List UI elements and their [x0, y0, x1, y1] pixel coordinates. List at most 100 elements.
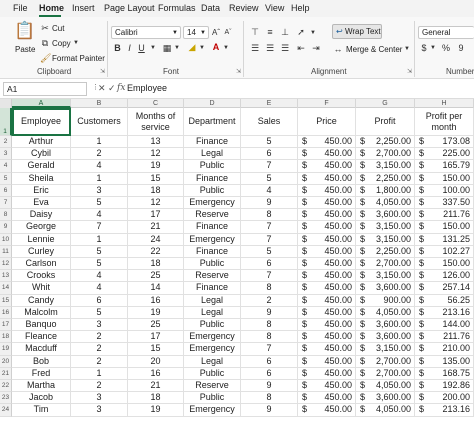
format-painter-button[interactable]: Format Painter	[52, 53, 105, 64]
cell-price[interactable]: $450.00	[298, 355, 356, 368]
cell-price[interactable]: $450.00	[298, 233, 356, 246]
cell-customers[interactable]: 5	[71, 306, 128, 319]
cell-months[interactable]: 16	[128, 367, 184, 380]
row-header[interactable]: 14	[0, 282, 12, 295]
cell-employee[interactable]: Cybil	[12, 148, 71, 161]
cell-months[interactable]: 19	[128, 404, 184, 417]
cell-profit-per-month[interactable]: $102.27	[415, 245, 474, 258]
cell-department[interactable]: Emergency	[184, 197, 241, 210]
cell-customers[interactable]: 6	[71, 294, 128, 307]
cell-profit-per-month[interactable]: $211.76	[415, 209, 474, 222]
column-header-e[interactable]: E	[241, 99, 298, 108]
cell-profit-per-month[interactable]: $225.00	[415, 148, 474, 161]
borders-icon[interactable]: ▦	[161, 43, 173, 53]
cell-department[interactable]: Finance	[184, 245, 241, 258]
row-header[interactable]: 10	[0, 233, 12, 246]
cell-profit[interactable]: $2,700.00	[356, 148, 415, 161]
cell-sales[interactable]: 7	[241, 343, 298, 356]
cell-employee[interactable]: Eric	[12, 184, 71, 197]
cell-customers[interactable]: 4	[71, 282, 128, 295]
cell-employee[interactable]: Eva	[12, 197, 71, 210]
row-header[interactable]: 21	[0, 367, 12, 380]
font-name-select[interactable]: Calibri ▼	[111, 26, 181, 39]
cell-sales[interactable]: 9	[241, 306, 298, 319]
fill-color-icon[interactable]: ◢	[186, 42, 198, 52]
cell-employee[interactable]: Daisy	[12, 209, 71, 222]
cell-profit[interactable]: $2,700.00	[356, 258, 415, 271]
cell-sales[interactable]: 6	[241, 355, 298, 368]
align-right-icon[interactable]: ☰	[279, 43, 291, 53]
cell-department[interactable]: Emergency	[184, 343, 241, 356]
cell-employee[interactable]: Lennie	[12, 233, 71, 246]
cell-profit-per-month[interactable]: $168.75	[415, 367, 474, 380]
cell-employee[interactable]: Candy	[12, 294, 71, 307]
align-left-icon[interactable]: ☰	[249, 43, 261, 53]
chevron-down-icon[interactable]: ▼	[174, 43, 180, 53]
cell-employee[interactable]: Sheila	[12, 172, 71, 185]
cell-profit[interactable]: $4,050.00	[356, 404, 415, 417]
header-cell-customers[interactable]: Customers	[71, 108, 128, 136]
tab-insert[interactable]: Insert	[72, 3, 95, 13]
cell-months[interactable]: 15	[128, 172, 184, 185]
tab-formulas[interactable]: Formulas	[158, 3, 196, 13]
cell-sales[interactable]: 6	[241, 148, 298, 161]
cell-department[interactable]: Public	[184, 319, 241, 332]
cell-sales[interactable]: 7	[241, 270, 298, 283]
header-cell-profit-per-month[interactable]: Profit per month	[415, 108, 474, 136]
cell-sales[interactable]: 6	[241, 367, 298, 380]
cell-months[interactable]: 24	[128, 233, 184, 246]
cell-profit[interactable]: $3,600.00	[356, 209, 415, 222]
cell-department[interactable]: Public	[184, 367, 241, 380]
cell-months[interactable]: 25	[128, 319, 184, 332]
cell-price[interactable]: $450.00	[298, 294, 356, 307]
cell-profit[interactable]: $3,600.00	[356, 319, 415, 332]
orientation-icon[interactable]: ➚	[295, 27, 307, 37]
cell-months[interactable]: 12	[128, 197, 184, 210]
cell-price[interactable]: $450.00	[298, 380, 356, 393]
wrap-text-button[interactable]: ↩ Wrap Text	[332, 24, 382, 39]
cell-sales[interactable]: 8	[241, 392, 298, 405]
cell-price[interactable]: $450.00	[298, 148, 356, 161]
cell-months[interactable]: 18	[128, 392, 184, 405]
cell-customers[interactable]: 2	[71, 355, 128, 368]
align-middle-icon[interactable]: ≡	[264, 27, 276, 37]
cell-profit[interactable]: $1,800.00	[356, 184, 415, 197]
cell-department[interactable]: Legal	[184, 355, 241, 368]
chevron-down-icon[interactable]: ▼	[223, 43, 229, 53]
cell-profit-per-month[interactable]: $213.16	[415, 306, 474, 319]
cell-price[interactable]: $450.00	[298, 172, 356, 185]
merge-center-button[interactable]: Merge & Center	[346, 44, 402, 55]
header-cell-profit[interactable]: Profit	[356, 108, 415, 136]
cell-sales[interactable]: 8	[241, 282, 298, 295]
header-cell-months[interactable]: Months of service	[128, 108, 184, 136]
cell-employee[interactable]: Jacob	[12, 392, 71, 405]
currency-button[interactable]: $	[419, 43, 429, 53]
cell-customers[interactable]: 4	[71, 270, 128, 283]
cell-months[interactable]: 22	[128, 245, 184, 258]
font-launcher-icon[interactable]: ⇲	[236, 68, 241, 75]
cell-customers[interactable]: 2	[71, 148, 128, 161]
cell-department[interactable]: Public	[184, 258, 241, 271]
cell-employee[interactable]: Banquo	[12, 319, 71, 332]
cell-profit-per-month[interactable]: $211.76	[415, 331, 474, 344]
cell-price[interactable]: $450.00	[298, 392, 356, 405]
cell-department[interactable]: Emergency	[184, 331, 241, 344]
cell-sales[interactable]: 5	[241, 245, 298, 258]
row-header[interactable]: 11	[0, 245, 12, 258]
cell-customers[interactable]: 4	[71, 209, 128, 222]
underline-button[interactable]: U	[137, 43, 146, 53]
cell-profit-per-month[interactable]: $131.25	[415, 233, 474, 246]
cell-customers[interactable]: 1	[71, 367, 128, 380]
cell-profit-per-month[interactable]: $337.50	[415, 197, 474, 210]
cell-profit-per-month[interactable]: $135.00	[415, 355, 474, 368]
row-header[interactable]: 6	[0, 184, 12, 197]
tab-page-layout[interactable]: Page Layout	[104, 3, 155, 13]
cell-price[interactable]: $450.00	[298, 306, 356, 319]
cell-customers[interactable]: 1	[71, 172, 128, 185]
cell-price[interactable]: $450.00	[298, 404, 356, 417]
cell-employee[interactable]: Martha	[12, 380, 71, 393]
cell-department[interactable]: Legal	[184, 306, 241, 319]
chevron-down-icon[interactable]: ▼	[404, 44, 410, 54]
paste-button[interactable]: Paste	[15, 44, 35, 55]
cell-customers[interactable]: 2	[71, 331, 128, 344]
